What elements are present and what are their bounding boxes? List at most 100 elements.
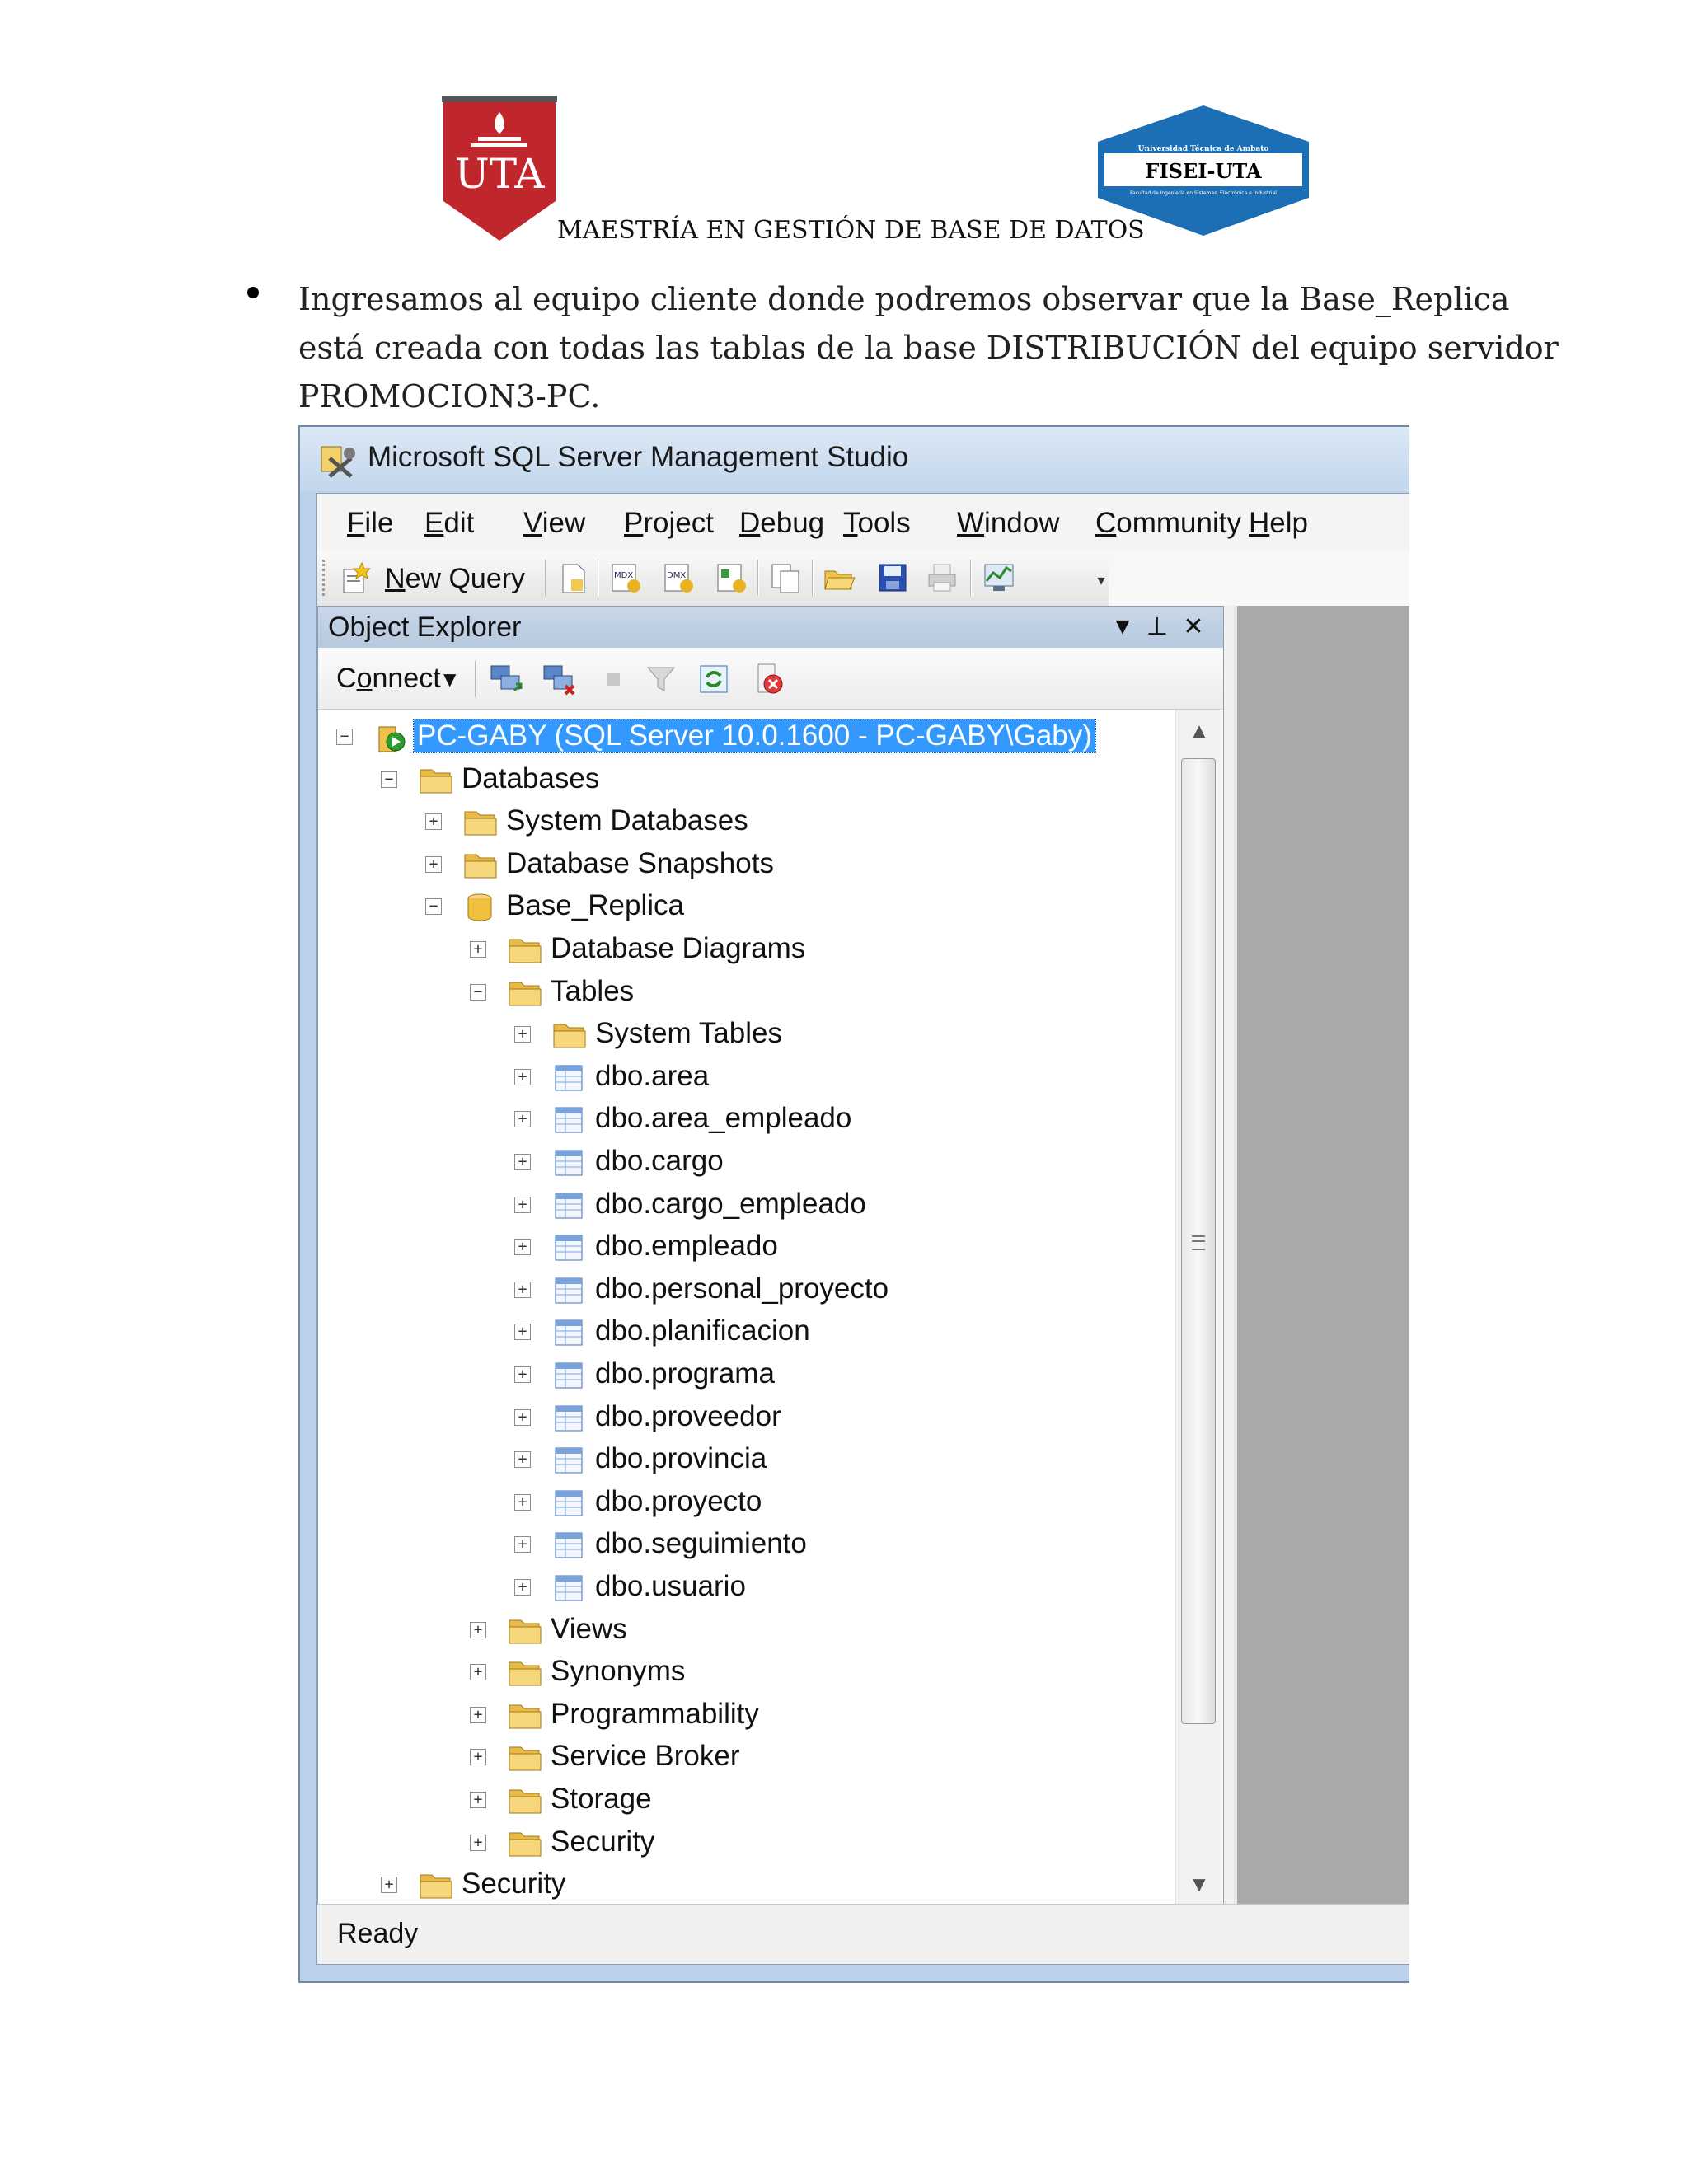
- stop-icon[interactable]: [595, 661, 631, 697]
- expand-icon[interactable]: +: [514, 1408, 531, 1426]
- expand-icon[interactable]: +: [514, 1281, 531, 1298]
- new-query-button[interactable]: New Query: [385, 563, 525, 595]
- expand-icon[interactable]: +: [381, 1877, 397, 1894]
- tree-node[interactable]: + dbo.proyecto: [318, 1483, 1175, 1524]
- expand-icon[interactable]: +: [514, 1111, 531, 1128]
- expand-icon[interactable]: +: [514, 1493, 531, 1511]
- tree-node[interactable]: + System Databases: [318, 802, 1175, 843]
- open-folder-icon[interactable]: [823, 561, 856, 594]
- scroll-up-arrow-icon[interactable]: ▲: [1176, 710, 1222, 750]
- expand-icon[interactable]: +: [514, 1026, 531, 1043]
- new-query-icon[interactable]: [339, 561, 372, 594]
- menu-community[interactable]: Community: [1095, 507, 1241, 540]
- connect-object-explorer-icon[interactable]: [488, 661, 524, 697]
- menu-project[interactable]: Project: [624, 507, 714, 540]
- print-icon[interactable]: [926, 561, 959, 594]
- mdx-query-icon[interactable]: MDX: [609, 561, 642, 594]
- save-icon[interactable]: [876, 561, 909, 594]
- expand-icon[interactable]: +: [470, 1834, 486, 1851]
- expand-icon[interactable]: +: [514, 1366, 531, 1383]
- connect-button[interactable]: Connect: [336, 663, 441, 695]
- menu-file[interactable]: File: [347, 507, 393, 540]
- tree-node[interactable]: + Programmability: [318, 1695, 1175, 1736]
- scrollbar-thumb[interactable]: [1181, 758, 1216, 1724]
- menu-tools[interactable]: Tools: [843, 507, 911, 540]
- tree-node[interactable]: + Database Diagrams: [318, 930, 1175, 971]
- tree-node[interactable]: + Database Snapshots: [318, 845, 1175, 886]
- collapse-icon[interactable]: −: [470, 983, 486, 1001]
- xmla-query-icon[interactable]: [715, 561, 748, 594]
- menu-help[interactable]: Help: [1249, 507, 1308, 540]
- scroll-down-arrow-icon[interactable]: ▼: [1176, 1864, 1222, 1904]
- toolbar-grip[interactable]: [322, 560, 328, 596]
- collapse-icon[interactable]: −: [381, 771, 397, 788]
- collapse-icon[interactable]: −: [336, 729, 353, 745]
- expand-icon[interactable]: +: [470, 1749, 486, 1766]
- expand-icon[interactable]: +: [425, 855, 442, 873]
- tree-node[interactable]: + dbo.cargo: [318, 1142, 1175, 1183]
- tree-node[interactable]: + dbo.empleado: [318, 1227, 1175, 1268]
- tree-node[interactable]: + dbo.planificacion: [318, 1312, 1175, 1353]
- toolbar-overflow-chevron-icon[interactable]: ▾: [1094, 565, 1109, 598]
- expand-icon[interactable]: +: [514, 1324, 531, 1341]
- expand-icon[interactable]: +: [425, 813, 442, 831]
- tree-node[interactable]: + dbo.provincia: [318, 1440, 1175, 1481]
- tree-node[interactable]: + dbo.area_empleado: [318, 1099, 1175, 1141]
- tree-node[interactable]: + Security: [318, 1865, 1175, 1904]
- filter-icon[interactable]: [643, 661, 679, 697]
- tree-node[interactable]: + Service Broker: [318, 1737, 1175, 1779]
- refresh-icon[interactable]: [696, 661, 732, 697]
- expand-icon[interactable]: +: [514, 1068, 531, 1085]
- tree-node[interactable]: + dbo.usuario: [318, 1568, 1175, 1609]
- expand-icon[interactable]: +: [514, 1579, 531, 1596]
- panel-dropdown-icon[interactable]: ▼: [1108, 612, 1137, 643]
- tree-node[interactable]: + dbo.seguimiento: [318, 1525, 1175, 1566]
- disconnect-icon[interactable]: [541, 661, 577, 697]
- tree-node[interactable]: − Databases: [318, 760, 1175, 801]
- delete-connection-icon[interactable]: [750, 661, 786, 697]
- tree-node[interactable]: + Storage: [318, 1780, 1175, 1821]
- expand-icon[interactable]: +: [514, 1239, 531, 1256]
- table-icon: [552, 1275, 587, 1306]
- menu-debug[interactable]: Debug: [739, 507, 824, 540]
- tree-node[interactable]: − Base_Replica: [318, 887, 1175, 928]
- expand-icon[interactable]: +: [470, 1621, 486, 1638]
- expand-icon[interactable]: +: [470, 1792, 486, 1808]
- collapse-icon[interactable]: −: [425, 898, 442, 916]
- expand-icon[interactable]: +: [514, 1536, 531, 1554]
- tree-node[interactable]: + dbo.area: [318, 1057, 1175, 1099]
- expand-icon[interactable]: +: [470, 1706, 486, 1723]
- activity-monitor-icon[interactable]: [983, 561, 1016, 594]
- server-icon: [374, 722, 409, 753]
- expand-icon[interactable]: +: [470, 941, 486, 958]
- tree-node[interactable]: + Views: [318, 1610, 1175, 1652]
- window-titlebar[interactable]: Microsoft SQL Server Management Studio: [300, 427, 1409, 491]
- pin-icon[interactable]: ⊥: [1142, 612, 1172, 643]
- connect-dropdown-icon[interactable]: ▼: [443, 663, 456, 696]
- tree-node[interactable]: + Security: [318, 1823, 1175, 1864]
- tree-node-label: Synonyms: [551, 1655, 686, 1688]
- expand-icon[interactable]: +: [514, 1196, 531, 1213]
- tree-node[interactable]: − Tables: [318, 972, 1175, 1014]
- tree-node-label: dbo.area_empleado: [595, 1102, 852, 1135]
- tree-node[interactable]: − PC-GABY (SQL Server 10.0.1600 - PC-GABY…: [318, 717, 1175, 758]
- menu-label: ebug: [760, 507, 825, 539]
- vertical-scrollbar[interactable]: ▲ ▼: [1175, 710, 1222, 1904]
- tree-node[interactable]: + dbo.personal_proyecto: [318, 1270, 1175, 1311]
- close-icon[interactable]: ✕: [1179, 612, 1208, 643]
- tree-node[interactable]: + Synonyms: [318, 1652, 1175, 1694]
- tree-node[interactable]: + System Tables: [318, 1015, 1175, 1056]
- tree-node[interactable]: + dbo.proveedor: [318, 1398, 1175, 1439]
- menu-edit[interactable]: Edit: [424, 507, 474, 540]
- expand-icon[interactable]: +: [514, 1154, 531, 1170]
- new-file-icon[interactable]: [556, 561, 589, 594]
- copy-file-icon[interactable]: [769, 561, 802, 594]
- expand-icon[interactable]: +: [514, 1451, 531, 1469]
- folder-icon: [419, 1870, 453, 1901]
- tree-node[interactable]: + dbo.programa: [318, 1355, 1175, 1396]
- tree-node[interactable]: + dbo.cargo_empleado: [318, 1185, 1175, 1226]
- expand-icon[interactable]: +: [470, 1664, 486, 1681]
- menu-view[interactable]: View: [523, 507, 585, 540]
- menu-window[interactable]: Window: [957, 507, 1060, 540]
- dmx-query-icon[interactable]: DMX: [662, 561, 695, 594]
